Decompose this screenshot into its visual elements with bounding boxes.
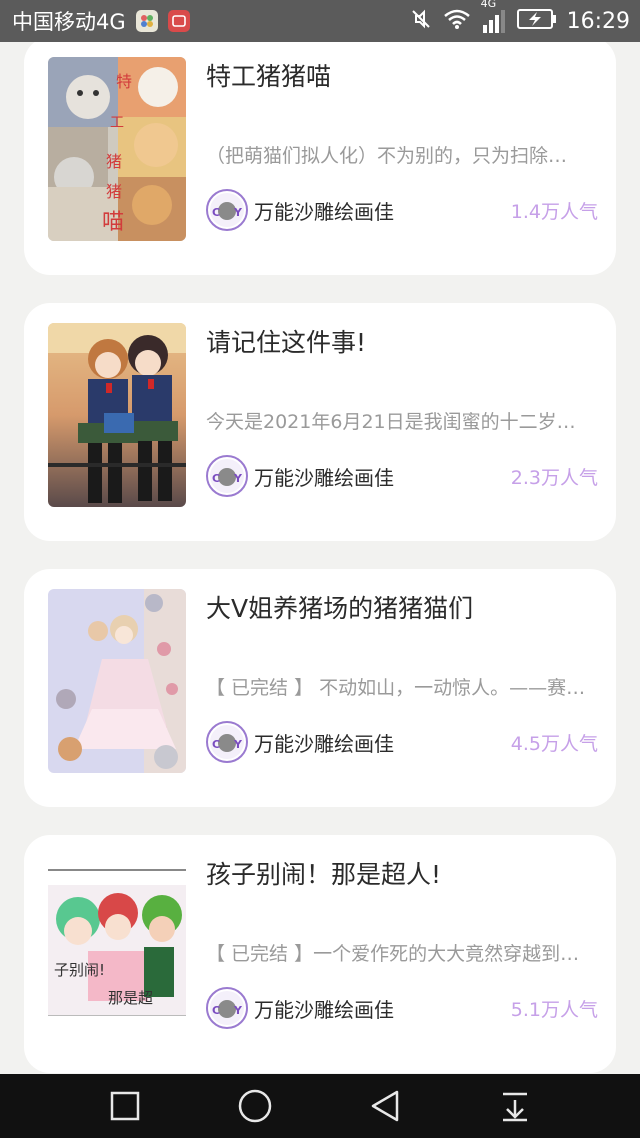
svg-text:C: C (212, 472, 220, 485)
triangle-back-icon[interactable] (365, 1086, 405, 1126)
system-navigation-bar (0, 1074, 640, 1138)
author-avatar[interactable]: CY (206, 455, 248, 497)
circle-home-icon[interactable] (235, 1086, 275, 1126)
author-name[interactable]: 万能沙雕绘画佳 (254, 994, 394, 1023)
story-description: （把萌猫们拟人化）不为别的，只为扫除… (206, 145, 568, 167)
story-title[interactable]: 大V姐养猪场的猪猪猫们 (206, 589, 596, 625)
story-description: 【 已完结 】一个爱作死的大大竟然穿越到… (206, 943, 580, 965)
svg-text:Y: Y (233, 738, 243, 751)
svg-text:C: C (212, 738, 220, 751)
author-row: CY 万能沙雕绘画佳 4.5万人气 (206, 721, 598, 763)
svg-text:猪: 猪 (106, 182, 122, 201)
svg-text:C: C (212, 1004, 220, 1017)
author-avatar[interactable]: CY (206, 987, 248, 1029)
cover-image[interactable] (48, 323, 186, 507)
story-card[interactable]: 子别闹! 那是超 孩子别闹！那是超人! 【 已完结 】一个爱作死的大大竟然穿越到… (24, 835, 616, 1073)
svg-text:工: 工 (110, 115, 124, 131)
svg-text:Y: Y (233, 206, 243, 219)
author-row: CY 万能沙雕绘画佳 1.4万人气 (206, 189, 598, 231)
photo-app-icon (135, 10, 158, 32)
svg-text:Y: Y (233, 472, 243, 485)
message-app-icon (167, 10, 190, 32)
wifi-icon (443, 8, 471, 35)
status-bar: 中国移动4G 4G 16:29 (0, 0, 640, 42)
author-name[interactable]: 万能沙雕绘画佳 (254, 462, 394, 491)
story-title[interactable]: 孩子别闹！那是超人! (206, 855, 596, 891)
svg-text:那是超: 那是超 (108, 989, 153, 1007)
popularity-count: 5.1万人气 (510, 998, 598, 1021)
pull-down-icon[interactable] (495, 1086, 535, 1126)
author-row: CY 万能沙雕绘画佳 2.3万人气 (206, 455, 598, 497)
signal-icon: 4G (481, 0, 507, 33)
battery-charging-icon (516, 8, 557, 35)
svg-text:Y: Y (233, 1004, 243, 1017)
author-avatar[interactable]: CY (206, 721, 248, 763)
square-recent-icon[interactable] (105, 1086, 145, 1126)
svg-text:特: 特 (116, 72, 132, 91)
story-card[interactable]: 大V姐养猪场的猪猪猫们 【 已完结 】 不动如山，一动惊人。——赛… CY 万能… (24, 569, 616, 807)
story-feed[interactable]: 特 工 猪 猪 喵 特工猪猪喵 （把萌猫们拟人化）不为别的，只为扫除… CY 万… (0, 42, 640, 1074)
story-title[interactable]: 特工猪猪喵 (206, 57, 596, 93)
story-description: 今天是2021年6月21日是我闺蜜的十二岁… (206, 411, 576, 433)
story-title[interactable]: 请记住这件事! (206, 323, 596, 359)
cover-image[interactable]: 子别闹! 那是超 (48, 855, 186, 1039)
author-row: CY 万能沙雕绘画佳 5.1万人气 (206, 987, 598, 1029)
author-name[interactable]: 万能沙雕绘画佳 (254, 196, 394, 225)
cover-image[interactable] (48, 589, 186, 773)
mute-icon (409, 7, 433, 36)
author-name[interactable]: 万能沙雕绘画佳 (254, 728, 394, 757)
popularity-count: 4.5万人气 (510, 732, 598, 755)
clock: 16:29 (566, 8, 630, 34)
svg-text:喵: 喵 (102, 210, 124, 235)
svg-text:子别闹!: 子别闹! (54, 961, 105, 979)
svg-text:C: C (212, 206, 220, 219)
svg-text:猪: 猪 (106, 152, 122, 171)
cover-image[interactable]: 特 工 猪 猪 喵 (48, 57, 186, 241)
popularity-count: 1.4万人气 (510, 200, 598, 223)
network-type-label: 4G (480, 0, 497, 10)
author-avatar[interactable]: CY (206, 189, 248, 231)
story-description: 【 已完结 】 不动如山，一动惊人。——赛… (206, 677, 586, 699)
story-card[interactable]: 请记住这件事! 今天是2021年6月21日是我闺蜜的十二岁… CY 万能沙雕绘画… (24, 303, 616, 541)
popularity-count: 2.3万人气 (510, 466, 598, 489)
story-card[interactable]: 特 工 猪 猪 喵 特工猪猪喵 （把萌猫们拟人化）不为别的，只为扫除… CY 万… (24, 42, 616, 275)
carrier-label: 中国移动4G (12, 10, 126, 34)
